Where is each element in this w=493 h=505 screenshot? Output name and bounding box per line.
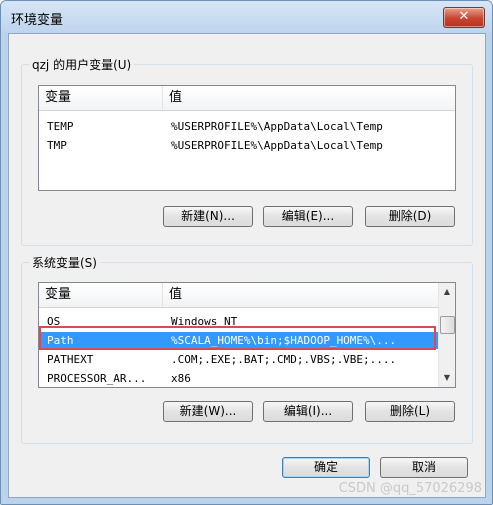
user-edit-button[interactable]: 编辑(E)... [263,206,353,227]
close-icon: ✕ [458,9,470,24]
environment-variables-dialog: 环境变量 ✕ qzj 的用户变量(U) 变量 值 TEMP %USERPROFI… [0,0,493,505]
column-header-value[interactable]: 值 [163,86,182,110]
user-variables-list[interactable]: 变量 值 TEMP %USERPROFILE%\AppData\Local\Te… [38,85,456,191]
window-title: 环境变量 [11,13,64,28]
column-header-variable[interactable]: 变量 [39,86,71,110]
close-button[interactable]: ✕ [443,7,485,28]
user-row-temp[interactable]: TEMP %USERPROFILE%\AppData\Local\Temp [39,118,455,135]
system-row-pathext[interactable]: PATHEXT .COM;.EXE;.BAT;.CMD;.VBS;.VBE;..… [39,351,438,368]
variable-name: TMP [47,139,67,152]
scroll-up-icon[interactable]: ▲ [439,283,455,300]
user-row-tmp[interactable]: TMP %USERPROFILE%\AppData\Local\Temp [39,137,455,154]
user-new-button[interactable]: 新建(N)... [163,206,253,227]
column-header-variable[interactable]: 变量 [39,283,71,307]
system-row-processor-arch[interactable]: PROCESSOR_AR... x86 [39,370,438,387]
cancel-button[interactable]: 取消 [380,457,468,478]
dialog-client-area: qzj 的用户变量(U) 变量 值 TEMP %USERPROFILE%\App… [8,33,486,498]
variable-name: PATHEXT [47,353,94,366]
system-edit-button[interactable]: 编辑(I)... [263,401,353,422]
variable-value: %USERPROFILE%\AppData\Local\Temp [171,120,383,133]
user-variables-label: qzj 的用户变量(U) [29,56,135,73]
scrollbar-thumb[interactable] [440,316,455,334]
system-list-header: 变量 值 [39,283,438,308]
path-row-highlight [39,326,436,350]
watermark: CSDN @qq_57026298 [338,481,482,496]
column-header-value[interactable]: 值 [163,283,182,307]
variable-name: PROCESSOR_AR... [47,372,147,385]
variable-name: TEMP [47,120,74,133]
user-list-header: 变量 值 [39,86,455,111]
system-delete-button[interactable]: 删除(L) [365,401,455,422]
system-variables-label: 系统变量(S) [29,254,100,271]
variable-value: %USERPROFILE%\AppData\Local\Temp [171,139,383,152]
system-list-scrollbar[interactable]: ▲ ▼ [438,283,455,387]
user-delete-button[interactable]: 删除(D) [365,206,455,227]
system-new-button[interactable]: 新建(W)... [163,401,253,422]
variable-value: .COM;.EXE;.BAT;.CMD;.VBS;.VBE;.... [171,353,397,366]
ok-button[interactable]: 确定 [282,457,370,478]
title-bar[interactable]: 环境变量 ✕ [1,1,492,33]
variable-value: x86 [171,372,191,385]
scroll-down-icon[interactable]: ▼ [439,369,455,386]
